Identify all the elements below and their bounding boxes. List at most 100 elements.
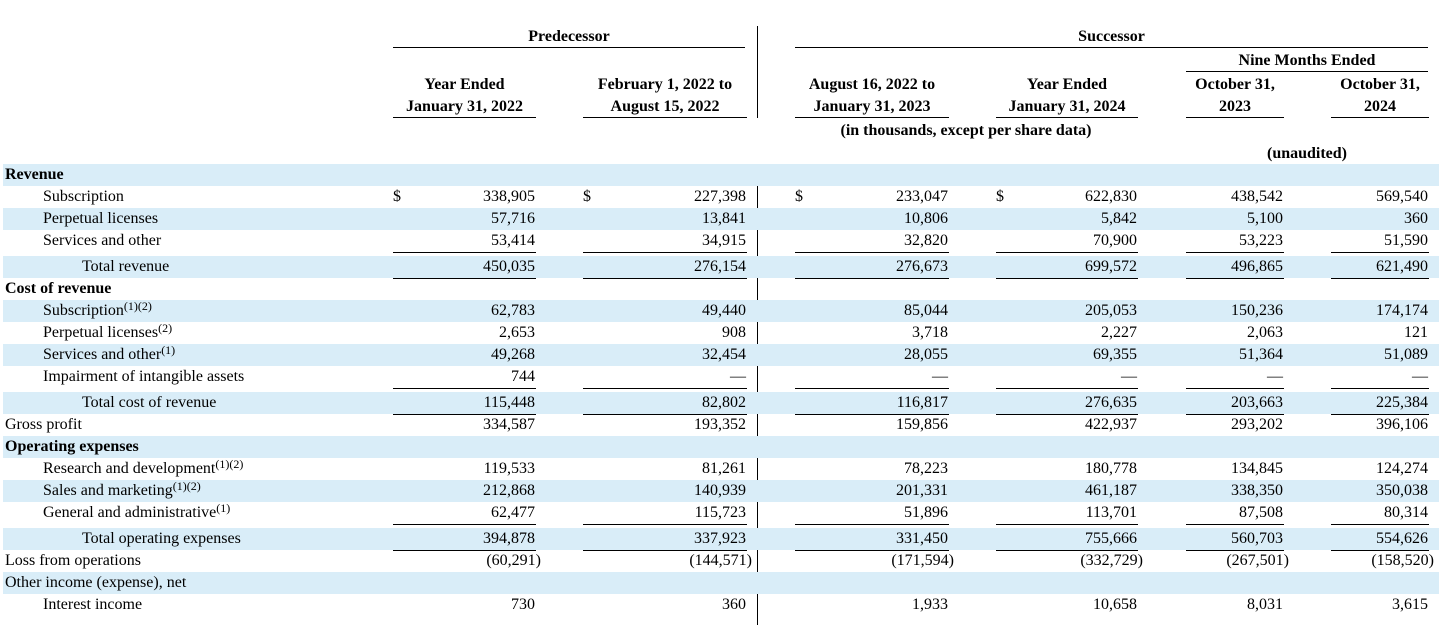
subtotal-rule [996,524,1138,525]
predecessor-heading: Predecessor [528,28,610,45]
footnote-marker: (2) [158,321,173,335]
subtotal-rule [795,388,949,389]
value-cell: 350,038 [1376,482,1428,499]
value-cell: 113,701 [1085,504,1137,521]
value-cell: 3,615 [1392,596,1428,613]
value-cell: 119,533 [483,460,535,477]
row-label: Interest income [43,594,142,616]
value-cell: 13,841 [702,210,746,227]
row-label: Services and other(1) [43,344,175,366]
value-cell: 121 [1404,324,1428,341]
value-cell: 81,261 [702,460,746,477]
value-cell: 32,820 [904,232,948,249]
value-cell: 396,106 [1376,416,1428,433]
row-label-text: Perpetual licenses [43,324,159,341]
value-cell: 134,845 [1231,460,1283,477]
row-label-text: Gross profit [5,416,82,433]
value-cell: (158,520) [1371,552,1434,569]
row-label-text: Perpetual licenses [43,210,159,227]
value-cell: (171,594) [891,552,954,569]
predecessor-rule [393,47,745,48]
value-cell: 49,440 [702,302,746,319]
row-label: Gross profit [5,414,82,436]
subtotal-rule [1186,524,1284,525]
period-separator-top [757,26,758,118]
value-cell: 80,314 [1384,504,1428,521]
successor-heading: Successor [1078,28,1145,45]
value-cell: 212,868 [483,482,535,499]
column-header-line1: October 31, [1195,76,1275,93]
value-cell: 744 [511,368,535,385]
row-label: General and administrative(1) [43,502,230,524]
subtotal-rule [996,252,1138,253]
row-band [3,572,1439,594]
value-cell: 225,384 [1376,394,1428,411]
value-cell: 2,063 [1247,324,1283,341]
value-cell: 730 [511,596,535,613]
value-cell: 3,718 [912,324,948,341]
row-label-text: Total cost of revenue [82,394,217,411]
column-header-line1: Year Ended [1026,76,1108,93]
value-cell: 205,053 [1085,302,1137,319]
total-rule [1186,278,1284,279]
value-cell: 450,035 [483,258,535,275]
value-cell: 115,723 [694,504,746,521]
value-cell: (60,291) [486,552,541,569]
row-band [3,164,1439,186]
column-header-rule [795,117,949,118]
value-cell: 337,923 [694,530,746,547]
currency-symbol: $ [795,188,803,205]
value-cell: 554,626 [1376,530,1428,547]
value-cell: 69,355 [1093,346,1137,363]
row-label-text: Subscription [43,302,124,319]
value-cell: 78,223 [904,460,948,477]
value-cell: 276,154 [694,258,746,275]
unaudited-note: (unaudited) [1266,145,1348,162]
row-label: Impairment of intangible assets [43,366,244,388]
value-cell: 85,044 [904,302,948,319]
row-label: Revenue [5,164,64,186]
value-cell: 2,653 [499,324,535,341]
value-cell: 276,673 [896,258,948,275]
row-label-text: Cost of revenue [5,280,112,297]
column-header-rule [996,117,1138,118]
column-header-rule [393,117,536,118]
value-cell: 116,817 [896,394,948,411]
row-label-text: Sales and marketing [43,482,173,499]
row-label-text: Interest income [43,596,143,613]
column-header-line2: January 31, 2023 [813,98,931,115]
value-cell: 34,915 [702,232,746,249]
footnote-marker: (1)(2) [215,457,244,471]
row-label: Perpetual licenses(2) [43,322,172,344]
footnote-marker: (1) [161,343,176,357]
value-cell: 569,540 [1376,188,1428,205]
value-cell: 70,900 [1093,232,1137,249]
value-cell: 233,047 [896,188,948,205]
total-rule [583,278,747,279]
row-label-text: Research and development [43,460,216,477]
column-header-rule [583,117,747,118]
value-cell: 338,905 [483,188,535,205]
value-cell: 62,783 [491,302,535,319]
value-cell: — [1412,368,1428,385]
value-cell: 51,896 [904,504,948,521]
value-cell: 293,202 [1231,416,1283,433]
column-header-rule [1331,117,1429,118]
subtotal-rule [583,524,747,525]
value-cell: 203,663 [1231,394,1283,411]
value-cell: (267,501) [1226,552,1289,569]
column-header-line1: October 31, [1340,76,1420,93]
row-label-text: Other income (expense), net [5,574,187,591]
footnote-marker: (1)(2) [172,479,201,493]
row-label: Other income (expense), net [5,572,186,594]
row-label: Research and development(1)(2) [43,458,243,480]
column-header-line2: January 31, 2022 [406,98,523,115]
value-cell: 394,878 [483,530,535,547]
value-cell: 115,448 [483,394,535,411]
row-label-text: Loss from operations [5,552,141,569]
nine-months-heading: Nine Months Ended [1238,52,1376,69]
value-cell: 180,778 [1085,460,1137,477]
row-label: Sales and marketing(1)(2) [43,480,201,502]
column-header-line1: Year Ended [424,76,505,93]
value-cell: 82,802 [702,394,746,411]
